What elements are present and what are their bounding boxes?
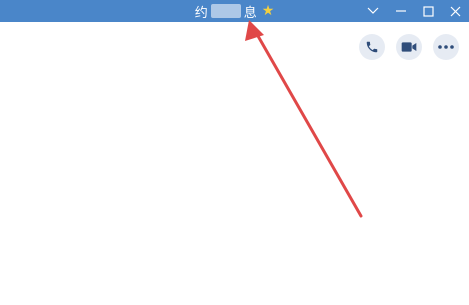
- annotation-arrow: [245, 20, 363, 218]
